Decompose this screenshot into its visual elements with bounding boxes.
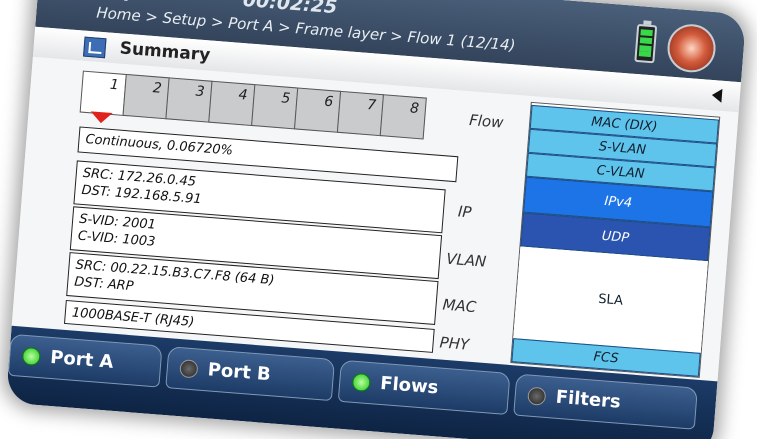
- flows-led-icon: [351, 372, 371, 393]
- tester-screen: opped 00:02:25 Home > Setup > Port A > F…: [5, 0, 747, 439]
- protocol-stack: MAC (DIX) S-VLAN C-VLAN IPv4 UDP SLA FCS: [510, 101, 721, 378]
- phy-label: PHY: [438, 333, 470, 354]
- brand-logo-icon: [665, 22, 718, 75]
- layer-sla[interactable]: SLA: [513, 246, 708, 353]
- flow-tab-6[interactable]: 6: [293, 87, 342, 133]
- summary-title: Summary: [118, 38, 211, 66]
- mac-label: MAC: [441, 295, 477, 317]
- flow-tab-3[interactable]: 3: [165, 77, 213, 123]
- tab-port-a[interactable]: Port A: [7, 333, 163, 388]
- port-a-led-icon: [21, 346, 42, 367]
- battery-icon: [634, 23, 658, 64]
- selected-flow-marker-icon: [89, 111, 113, 125]
- flow-tab-7[interactable]: 7: [336, 90, 384, 137]
- summary-chart-icon: [83, 36, 107, 59]
- port-b-led-icon: [179, 359, 199, 379]
- ip-label: IP: [457, 202, 473, 222]
- flow-tab-1[interactable]: 1: [79, 70, 127, 116]
- vlan-label: VLAN: [445, 249, 487, 271]
- tab-filters[interactable]: Filters: [513, 373, 698, 430]
- flow-tab-4[interactable]: 4: [208, 80, 256, 127]
- tab-port-b-label: Port B: [207, 359, 272, 386]
- screenshot-stage: opped 00:02:25 Home > Setup > Port A > F…: [0, 0, 757, 439]
- flow-tab-8[interactable]: 8: [379, 94, 427, 140]
- flow-summary-panel: 1 2 3 4 5 6 7 8 Flow Continuous, 0.06720…: [11, 56, 739, 382]
- flow-label: Flow: [468, 111, 505, 132]
- tab-flows[interactable]: Flows: [337, 359, 511, 415]
- tab-port-a-label: Port A: [49, 346, 115, 373]
- tab-filters-label: Filters: [554, 386, 622, 413]
- tab-flows-label: Flows: [379, 372, 440, 399]
- collapse-arrow-icon[interactable]: [711, 88, 723, 103]
- filters-led-icon: [527, 386, 547, 406]
- flow-tab-2[interactable]: 2: [122, 73, 170, 120]
- tab-port-b[interactable]: Port B: [165, 346, 336, 402]
- flow-tab-5[interactable]: 5: [251, 84, 299, 130]
